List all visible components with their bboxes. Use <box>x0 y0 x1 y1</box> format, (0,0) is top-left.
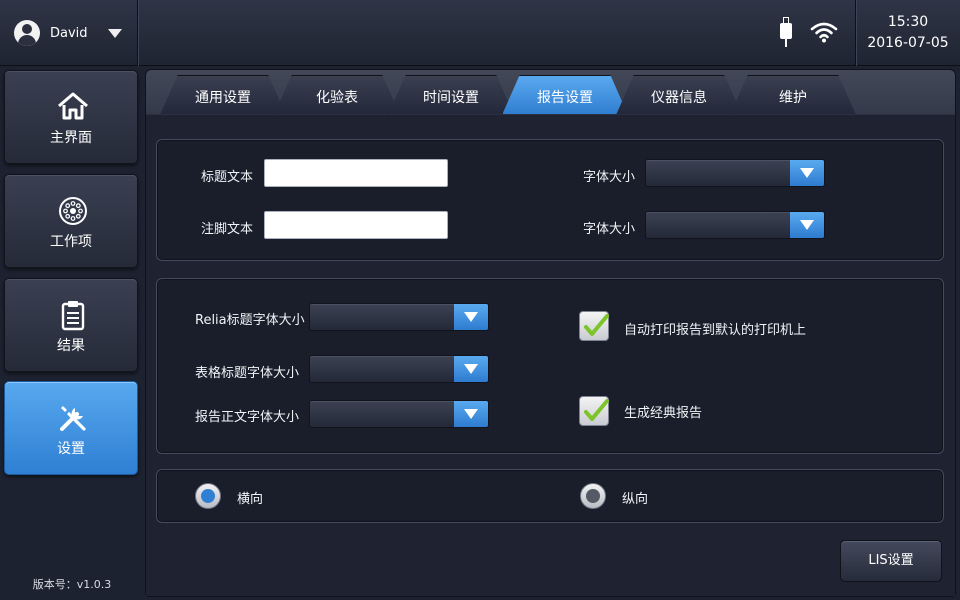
sidebar-item-label: 工作项 <box>50 234 92 250</box>
dropdown-arrow-icon[interactable] <box>790 212 824 238</box>
radio-unselected-dot <box>586 489 600 503</box>
classic-report-label: 生成经典报告 <box>624 406 703 421</box>
tab-label: 通用设置 <box>195 90 251 106</box>
table-title-font-label: 表格标题字体大小 <box>195 366 300 381</box>
body-font-label: 报告正文字体大小 <box>195 410 300 425</box>
tab-label: 维护 <box>779 90 807 106</box>
tab-report-settings[interactable]: 报告设置 <box>502 75 628 115</box>
clock: 15:30 2016-07-05 <box>855 0 960 66</box>
status-icons <box>780 14 838 50</box>
sidebar-item-results[interactable]: 结果 <box>4 278 138 372</box>
version-label: 版本号：v1.0.3 <box>32 578 112 591</box>
tab-instrument-info[interactable]: 仪器信息 <box>616 75 742 115</box>
dropdown-arrow-icon[interactable] <box>454 356 488 382</box>
sidebar-item-work-items[interactable]: 工作项 <box>4 174 138 268</box>
sidebar-item-home[interactable]: 主界面 <box>4 70 138 164</box>
sidebar-item-settings[interactable]: 设置 <box>4 381 138 475</box>
tab-general-settings[interactable]: 通用设置 <box>160 75 286 115</box>
header-footer-group: 标题文本 注脚文本 字体大小 字体大小 <box>156 139 944 261</box>
footer-font-size-label: 字体大小 <box>583 222 636 237</box>
tab-time-settings[interactable]: 时间设置 <box>388 75 514 115</box>
usb-icon <box>780 17 792 47</box>
caret-down-icon[interactable] <box>107 28 122 38</box>
settings-panel: 通用设置 化验表 时间设置 报告设置 仪器信息 维护 标题文本 注脚文本 字体大… <box>145 69 956 597</box>
footer-text-input[interactable] <box>264 211 448 239</box>
tab-bar: 通用设置 化验表 时间设置 报告设置 仪器信息 维护 <box>146 70 955 115</box>
home-icon <box>57 91 89 123</box>
sidebar-item-label: 设置 <box>57 441 85 457</box>
title-font-size-select[interactable] <box>645 159 825 187</box>
wifi-icon <box>810 22 838 43</box>
sidebar-item-label: 结果 <box>57 338 85 354</box>
orientation-portrait-radio[interactable] <box>580 483 606 509</box>
tab-label: 报告设置 <box>537 90 593 106</box>
relia-title-font-label: Relia标题字体大小 <box>195 313 305 328</box>
tab-label: 时间设置 <box>423 90 479 106</box>
dropdown-arrow-icon[interactable] <box>790 160 824 186</box>
user-name: David <box>50 25 88 41</box>
orientation-group: 横向 纵向 <box>156 469 944 523</box>
clock-date: 2016-07-05 <box>867 35 949 51</box>
dropdown-arrow-icon[interactable] <box>454 401 488 427</box>
lis-settings-button[interactable]: LIS设置 <box>840 540 942 582</box>
radio-selected-dot <box>201 489 215 503</box>
title-text-label: 标题文本 <box>201 170 254 185</box>
tab-label: 仪器信息 <box>651 90 707 106</box>
tools-icon <box>57 402 89 434</box>
footer-text-label: 注脚文本 <box>201 222 254 237</box>
tab-label: 化验表 <box>316 90 358 106</box>
table-title-font-select[interactable] <box>309 355 489 383</box>
checkmark-icon <box>584 314 609 336</box>
clock-time: 15:30 <box>887 14 929 30</box>
sidebar-item-label: 主界面 <box>50 130 92 146</box>
clipboard-icon <box>57 299 89 331</box>
report-font-group: Relia标题字体大小 表格标题字体大小 报告正文字体大小 自动打印报告到默认的… <box>156 278 944 454</box>
auto-print-label: 自动打印报告到默认的打印机上 <box>624 323 807 338</box>
dropdown-arrow-icon[interactable] <box>454 304 488 330</box>
classic-report-checkbox[interactable] <box>579 396 609 426</box>
relia-title-font-select[interactable] <box>309 303 489 331</box>
footer-font-size-select[interactable] <box>645 211 825 239</box>
tab-maintenance[interactable]: 维护 <box>730 75 856 115</box>
tab-assay-table[interactable]: 化验表 <box>274 75 400 115</box>
title-text-input[interactable] <box>264 159 448 187</box>
user-avatar-icon <box>14 20 40 46</box>
orientation-landscape-radio[interactable] <box>195 483 221 509</box>
auto-print-checkbox[interactable] <box>579 311 609 341</box>
user-menu[interactable]: David <box>0 0 138 66</box>
top-bar: David 15:30 2016-07-05 <box>0 0 960 66</box>
body-font-select[interactable] <box>309 400 489 428</box>
orientation-landscape-label: 横向 <box>237 492 264 507</box>
checkmark-icon <box>584 399 609 421</box>
report-settings-content: 标题文本 注脚文本 字体大小 字体大小 Relia标题字体大小 表格标题字体大小 <box>146 114 955 596</box>
title-font-size-label: 字体大小 <box>583 170 636 185</box>
orientation-portrait-label: 纵向 <box>622 492 649 507</box>
work-items-icon <box>57 195 89 227</box>
